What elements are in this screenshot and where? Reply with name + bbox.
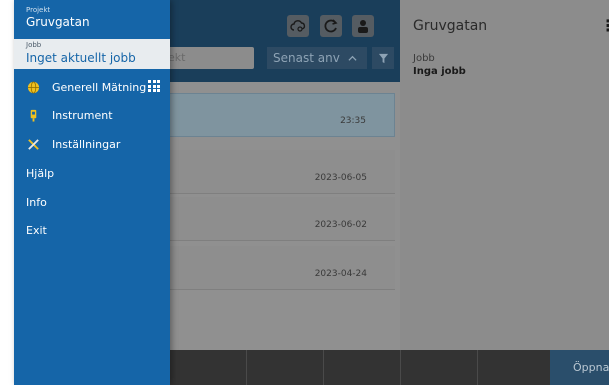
- more-menu-button[interactable]: ⋮: [600, 16, 609, 35]
- menu-item-label: Generell Mätning: [52, 80, 147, 94]
- refresh-icon: [324, 19, 338, 33]
- divider: [400, 350, 401, 385]
- divider: [477, 350, 478, 385]
- cloud-settings-button[interactable]: [287, 15, 309, 37]
- menu-item-label: Instrument: [52, 108, 113, 122]
- open-button[interactable]: Öppna: [550, 350, 609, 385]
- list-item[interactable]: 23:35: [169, 93, 395, 137]
- sort-value: Senast anv: [273, 51, 340, 65]
- menu-item-installningar[interactable]: Inställningar: [14, 131, 170, 157]
- search-input[interactable]: ekt: [162, 47, 254, 69]
- detail-panel: Gruvgatan ⋮ Jobb Inga jobb Öppna: [400, 0, 609, 385]
- left-edge: [0, 0, 14, 385]
- globe-icon: [26, 80, 40, 94]
- project-value[interactable]: Gruvgatan: [26, 15, 90, 29]
- tools-icon: [26, 137, 40, 151]
- list-item[interactable]: 2023-06-05: [169, 150, 395, 194]
- menu-item-info[interactable]: Info: [14, 189, 170, 215]
- row-date: 2023-04-24: [314, 269, 367, 279]
- project-label: Projekt: [26, 6, 51, 14]
- refresh-button[interactable]: [320, 15, 342, 37]
- list-item[interactable]: 2023-06-02: [169, 197, 395, 241]
- menu-item-generell-matning[interactable]: Generell Mätning: [14, 74, 170, 100]
- row-date: 2023-06-05: [314, 173, 367, 183]
- user-button[interactable]: [352, 15, 374, 37]
- menu-item-label: Hjälp: [26, 166, 55, 180]
- list-item[interactable]: 2023-04-24: [169, 246, 395, 290]
- divider: [246, 350, 247, 385]
- menu-item-label: Info: [26, 195, 47, 209]
- divider: [323, 350, 324, 385]
- sort-select[interactable]: Senast anv: [267, 47, 367, 69]
- apps-grid-icon[interactable]: [148, 80, 160, 92]
- row-date: 2023-06-02: [314, 220, 367, 230]
- menu-item-hjalp[interactable]: Hjälp: [14, 160, 170, 186]
- user-icon: [358, 20, 368, 33]
- detail-title: Gruvgatan: [413, 18, 488, 34]
- job-label: Jobb: [26, 41, 42, 49]
- navigation-drawer: Projekt Gruvgatan Jobb Inget aktuellt jo…: [14, 0, 170, 385]
- filter-icon: [378, 53, 388, 63]
- job-value: Inget aktuellt jobb: [26, 51, 136, 65]
- cloud-gear-icon: [290, 20, 306, 32]
- row-date: 23:35: [340, 116, 366, 126]
- detail-job-label: Jobb: [413, 53, 435, 64]
- detail-job-value: Inga jobb: [413, 66, 466, 77]
- screen: ekt Senast anv 23:35 2023-06-05 2023-06-…: [0, 0, 609, 385]
- menu-item-label: Exit: [26, 223, 47, 237]
- current-job[interactable]: Jobb Inget aktuellt jobb: [14, 39, 170, 69]
- chevron-up-icon: [348, 55, 357, 61]
- menu-item-exit[interactable]: Exit: [14, 217, 170, 243]
- filter-button[interactable]: [372, 47, 394, 69]
- menu-item-instrument[interactable]: Instrument: [14, 102, 170, 128]
- instrument-icon: [26, 108, 40, 122]
- menu-item-label: Inställningar: [52, 137, 121, 151]
